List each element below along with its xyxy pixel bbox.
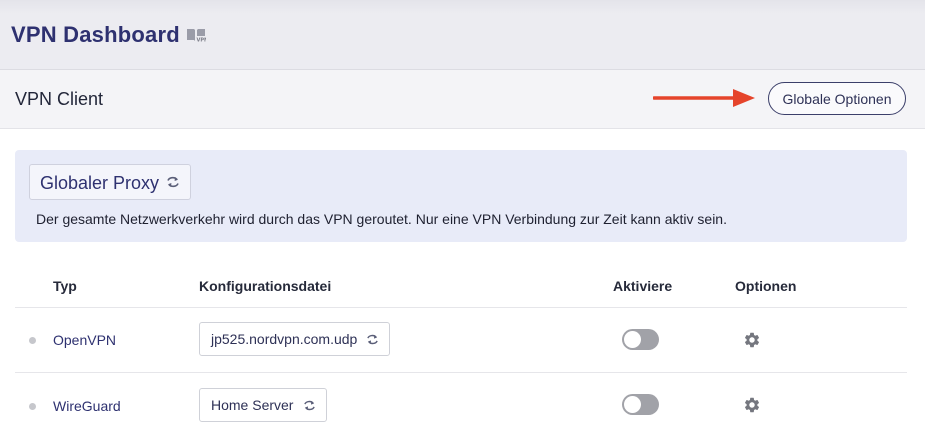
- svg-text:VPN: VPN: [197, 38, 207, 44]
- column-header-options: Optionen: [735, 278, 797, 294]
- config-select-wireguard[interactable]: Home Server: [199, 388, 327, 422]
- gear-icon[interactable]: [743, 396, 761, 414]
- table-divider: [15, 307, 907, 308]
- activate-toggle-openvpn[interactable]: [622, 329, 659, 350]
- activate-toggle-wireguard[interactable]: [622, 394, 659, 415]
- column-header-type: Typ: [53, 278, 77, 294]
- proxy-mode-select[interactable]: Globaler Proxy: [29, 164, 191, 200]
- row-type-wireguard: WireGuard: [53, 398, 121, 414]
- row-type-openvpn: OpenVPN: [53, 332, 117, 348]
- gear-icon[interactable]: [743, 331, 761, 349]
- table-divider: [15, 372, 907, 373]
- swap-icon: [167, 176, 179, 188]
- annotation-arrow-icon: [653, 89, 755, 107]
- vpn-book-icon: VPN: [187, 29, 207, 44]
- proxy-mode-label: Globaler Proxy: [40, 173, 160, 193]
- swap-icon: [367, 334, 378, 345]
- toggle-knob: [624, 396, 641, 413]
- swap-icon: [304, 400, 315, 411]
- column-header-config: Konfigurationsdatei: [199, 278, 332, 294]
- section-title: VPN Client: [15, 89, 104, 109]
- page-title: VPN Dashboard: [11, 22, 180, 47]
- global-options-button[interactable]: Globale Optionen: [768, 82, 906, 115]
- column-header-activate: Aktiviere: [613, 278, 673, 294]
- config-select-openvpn[interactable]: jp525.nordvpn.com.udp: [199, 322, 390, 356]
- config-select-label: jp525.nordvpn.com.udp: [211, 331, 358, 347]
- toggle-knob: [624, 331, 641, 348]
- status-dot: [29, 337, 36, 344]
- status-dot: [29, 403, 36, 410]
- config-select-label: Home Server: [211, 397, 294, 413]
- proxy-description: Der gesamte Netzwerkverkehr wird durch d…: [36, 211, 727, 227]
